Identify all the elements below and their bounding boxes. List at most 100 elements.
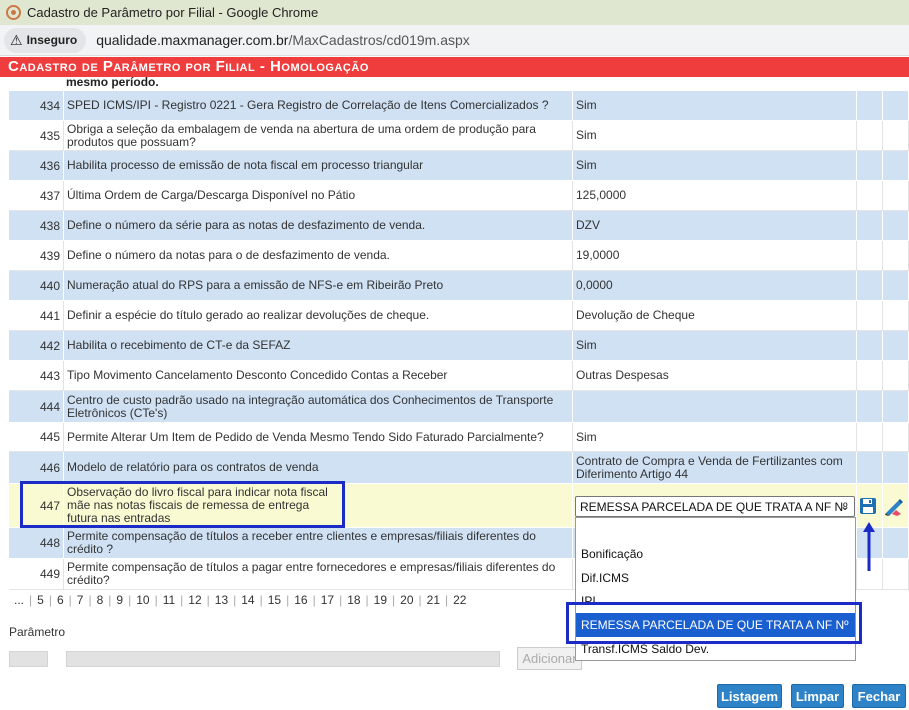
row-action-cell	[883, 391, 909, 422]
dropdown-option-selected[interactable]: REMESSA PARCELADA DE QUE TRATA A NF Nº	[576, 613, 855, 637]
row-action-cell	[883, 151, 909, 180]
clear-button[interactable]: Limpar	[791, 684, 844, 708]
page-link[interactable]: 11	[158, 593, 180, 607]
row-description: Modelo de relatório para os contratos de…	[64, 452, 573, 483]
param-label: Parâmetro	[9, 625, 66, 639]
dropdown-option[interactable]: Dif.ICMS	[576, 566, 855, 590]
pencil-eraser-icon[interactable]	[883, 496, 905, 516]
row-action-cell	[857, 91, 883, 120]
page-link[interactable]: ...	[9, 593, 29, 607]
row-action-cell	[857, 331, 883, 360]
row-description: Definir a espécie do título gerado ao re…	[64, 301, 573, 330]
row-action-cell	[883, 301, 909, 330]
row-description: SPED ICMS/IPI - Registro 0221 - Gera Reg…	[64, 91, 573, 120]
table-row[interactable]: 440 Numeração atual do RPS para a emissã…	[9, 271, 909, 301]
dropdown-option[interactable]	[576, 518, 855, 542]
row-description: Define o número da série para as notas d…	[64, 211, 573, 240]
table-row[interactable]: 445 Permite Alterar Um Item de Pedido de…	[9, 423, 909, 452]
table-row[interactable]: 435 Obriga a seleção da embalagem de ven…	[9, 121, 909, 151]
row-number: 435	[9, 121, 64, 150]
row-action-cell	[857, 181, 883, 210]
row-number: 444	[9, 391, 64, 422]
dropdown-option[interactable]: Transf.ICMS Saldo Dev.	[576, 637, 855, 661]
param-description-field[interactable]	[66, 651, 500, 667]
warning-icon: ⚠	[10, 31, 23, 48]
dropdown-option[interactable]: IPI	[576, 589, 855, 613]
row-value: Devolução de Cheque	[573, 301, 857, 330]
page-link[interactable]: 9	[111, 593, 128, 607]
close-button[interactable]: Fechar	[852, 684, 906, 708]
row-description: Centro de custo padrão usado na integraç…	[64, 391, 573, 422]
page-link[interactable]: 17	[316, 593, 339, 607]
dropdown-option[interactable]: Bonificação	[576, 542, 855, 566]
table-row[interactable]: 444 Centro de custo padrão usado na inte…	[9, 391, 909, 423]
table-row[interactable]: 437 Última Ordem de Carga/Descarga Dispo…	[9, 181, 909, 211]
row-spacer	[344, 484, 573, 527]
table-row[interactable]: 443 Tipo Movimento Cancelamento Desconto…	[9, 361, 909, 391]
select-dropdown: Bonificação Dif.ICMS IPI REMESSA PARCELA…	[575, 517, 856, 661]
table-row[interactable]: 442 Habilita o recebimento de CT-e da SE…	[9, 331, 909, 361]
row-action-cell	[857, 241, 883, 270]
page-link[interactable]: 20	[395, 593, 418, 607]
page-link[interactable]: 5	[32, 593, 49, 607]
page-link[interactable]: 8	[92, 593, 109, 607]
row-description: Habilita processo de emissão de nota fis…	[64, 151, 573, 180]
page-link[interactable]: 15	[263, 593, 286, 607]
chrome-logo-icon	[6, 5, 21, 20]
row-description: Numeração atual do RPS para a emissão de…	[64, 271, 573, 300]
page-link[interactable]: 21	[422, 593, 445, 607]
row-action-cell	[883, 91, 909, 120]
page-link[interactable]: 19	[369, 593, 392, 607]
row-value: DZV	[573, 211, 857, 240]
row-action-cell	[857, 452, 883, 483]
row-action-cell	[883, 331, 909, 360]
row-value: Sim	[573, 121, 857, 150]
page-link[interactable]: 6	[52, 593, 69, 607]
window-title: Cadastro de Parâmetro por Filial - Googl…	[27, 5, 319, 20]
page-link[interactable]: 7	[72, 593, 89, 607]
address-bar[interactable]: ⚠ Inseguro qualidade.maxmanager.com.br/M…	[0, 25, 909, 56]
row-action-cell	[883, 121, 909, 150]
page-link[interactable]: 18	[342, 593, 365, 607]
row-action-cell	[883, 181, 909, 210]
list-button[interactable]: Listagem	[717, 684, 782, 708]
floppy-disk-icon[interactable]	[859, 497, 877, 515]
row-value: Outras Despesas	[573, 361, 857, 390]
row-number: 439	[9, 241, 64, 270]
table-row[interactable]: 441 Definir a espécie do título gerado a…	[9, 301, 909, 331]
row-number: 447	[9, 484, 64, 527]
table-row[interactable]: 438 Define o número da série para as not…	[9, 211, 909, 241]
row-action-cell	[883, 271, 909, 300]
page-link[interactable]: 14	[236, 593, 259, 607]
security-chip[interactable]: ⚠ Inseguro	[4, 27, 87, 53]
table-row[interactable]: 446 Modelo de relatório para os contrato…	[9, 452, 909, 484]
row-value	[573, 391, 857, 422]
row-action-cell	[857, 423, 883, 451]
row-value: 125,0000	[573, 181, 857, 210]
row-number: 440	[9, 271, 64, 300]
value-select[interactable]: REMESSA PARCELADA DE QUE TRATA A NF Nº ⌄	[575, 496, 855, 517]
add-button[interactable]: Adicionar	[517, 647, 582, 670]
table-row[interactable]: 439 Define o número da notas para o de d…	[9, 241, 909, 271]
table-row[interactable]: 436 Habilita processo de emissão de nota…	[9, 151, 909, 181]
url-text[interactable]: qualidade.maxmanager.com.br/MaxCadastros…	[96, 32, 470, 48]
page-link[interactable]: 13	[210, 593, 233, 607]
row-action-cell	[883, 423, 909, 451]
row-value: 19,0000	[573, 241, 857, 270]
pagination: ... | 5 | 6 | 7 | 8 | 9 | 10 | 11 | 12 | 13 | 14 | …	[9, 591, 471, 609]
page-link[interactable]: 22	[448, 593, 471, 607]
param-code-field[interactable]	[9, 651, 48, 667]
row-description: Habilita o recebimento de CT-e da SEFAZ	[64, 331, 573, 360]
table-row[interactable]: 434 SPED ICMS/IPI - Registro 0221 - Gera…	[9, 91, 909, 121]
row-action-cell	[883, 528, 909, 558]
page-link[interactable]: 16	[289, 593, 312, 607]
row-number: 443	[9, 361, 64, 390]
url-path: /MaxCadastros/cd019m.aspx	[288, 32, 470, 48]
row-value: 0,0000	[573, 271, 857, 300]
row-value: Contrato de Compra e Venda de Fertilizan…	[573, 452, 857, 483]
page-link[interactable]: 10	[131, 593, 154, 607]
row-value: Sim	[573, 423, 857, 451]
chevron-down-icon: ⌄	[839, 499, 850, 513]
page-link[interactable]: 12	[183, 593, 206, 607]
security-label: Inseguro	[26, 33, 78, 47]
